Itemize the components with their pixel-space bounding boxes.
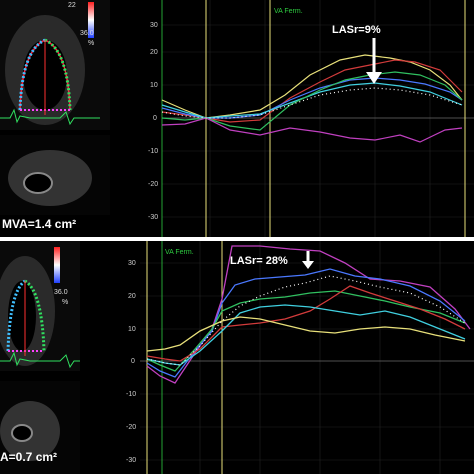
bottom-y-tick: -10 <box>126 391 136 398</box>
top-y-tick: -30 <box>148 214 158 221</box>
top-y-tick: -20 <box>148 181 158 188</box>
bottom-y-tick: 20 <box>128 293 136 300</box>
bottom-y-tick: 10 <box>128 326 136 333</box>
bottom-mva-label: A=0.7 cm² <box>0 450 58 464</box>
bottom-strain-color-scale <box>54 247 60 283</box>
top-y-tick: 20 <box>150 49 158 56</box>
bottom-panel: 30 20 10 0 -10 -20 -30 36.0 % VA Ferm. L… <box>0 241 474 474</box>
top-va-label: VA Ferm. <box>274 8 303 15</box>
top-echo-figure: 30 20 10 0 -10 -20 -30 <box>0 0 474 237</box>
top-y-tick: -10 <box>148 148 158 155</box>
top-y-tick: 0 <box>153 115 157 122</box>
bottom-lasr-label: LASr= 28% <box>230 255 288 267</box>
bottom-apical-echo-image <box>0 241 80 371</box>
bottom-echo-figure: 30 20 10 0 -10 -20 -30 <box>0 241 474 474</box>
top-strain-plot: 30 20 10 0 -10 -20 -30 <box>110 0 474 237</box>
top-scale-value: 36.0 <box>80 30 94 37</box>
bottom-scale-unit: % <box>62 299 69 306</box>
bottom-scale-value: 36.0 <box>54 289 68 296</box>
bottom-strain-plot: 30 20 10 0 -10 -20 -30 <box>125 241 474 474</box>
bottom-y-tick: 30 <box>128 260 136 267</box>
top-panel: 30 20 10 0 -10 -20 -30 22 36.0 % VA Ferm… <box>0 0 474 237</box>
bottom-y-tick: 0 <box>131 358 135 365</box>
top-scale-unit: % <box>88 40 95 47</box>
top-mva-label: MVA=1.4 cm² <box>2 217 77 231</box>
bottom-y-tick: -30 <box>126 457 136 464</box>
top-scale-top-label: 22 <box>68 2 76 9</box>
bottom-y-tick: -20 <box>126 424 136 431</box>
top-y-tick: 10 <box>150 82 158 89</box>
top-y-tick: 30 <box>150 22 158 29</box>
top-lasr-label: LASr=9% <box>332 24 381 36</box>
bottom-va-label: VA Ferm. <box>165 249 194 256</box>
top-short-axis-image <box>0 135 110 215</box>
